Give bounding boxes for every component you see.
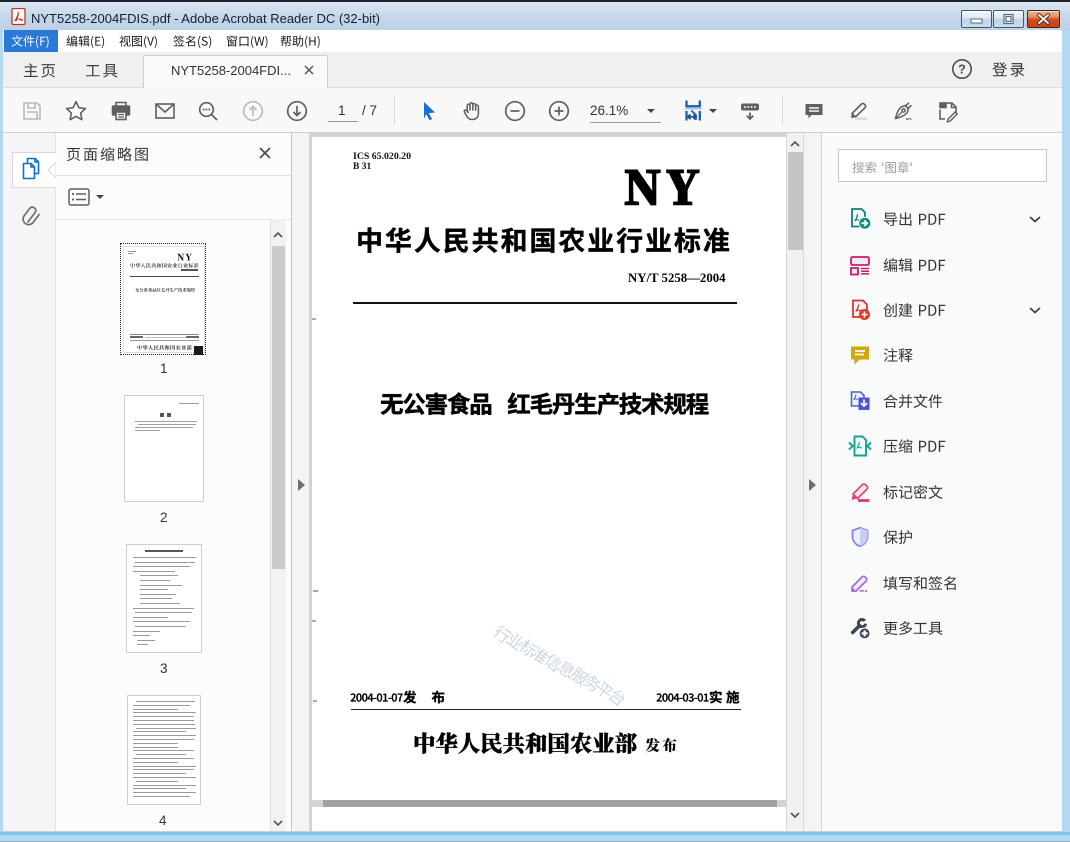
svg-text:?: ? — [958, 63, 966, 77]
